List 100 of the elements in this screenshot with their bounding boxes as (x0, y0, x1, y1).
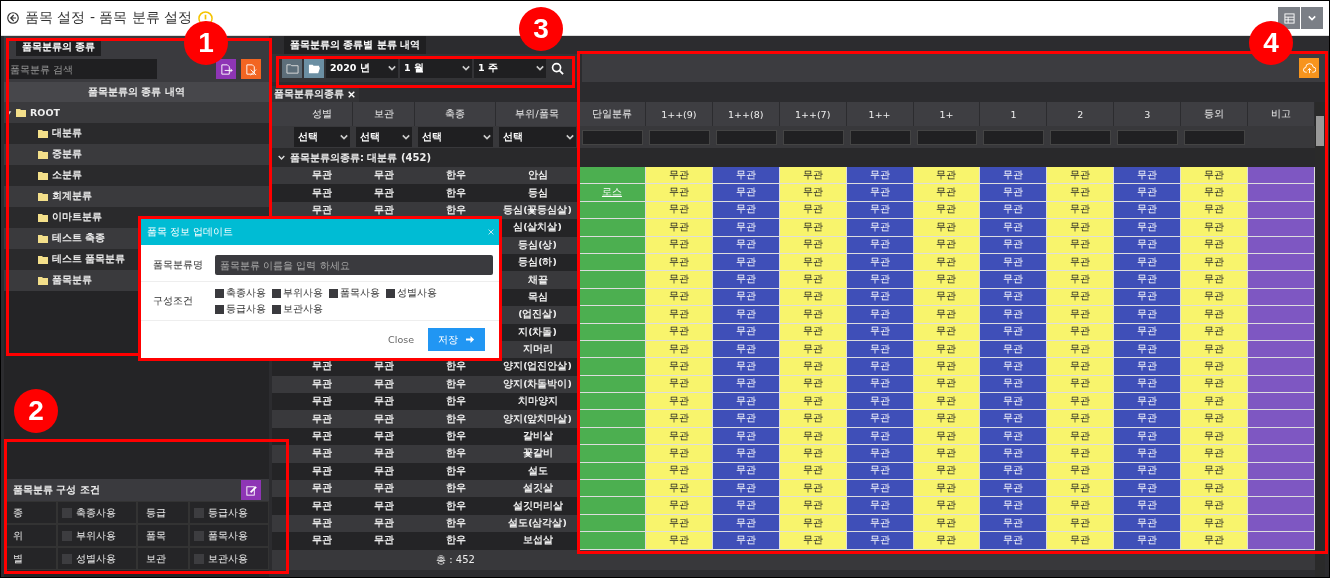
period-select[interactable]: 1 월 (400, 58, 472, 78)
table-cell: 무관 (779, 445, 847, 463)
table-cell: 무관 (1181, 184, 1249, 202)
total-count: 총 : 452 (436, 552, 475, 567)
table-cell: 무관 (645, 306, 713, 324)
filter-field[interactable] (648, 129, 710, 145)
table-cell: 무관 (645, 184, 713, 202)
tree-item[interactable]: ROOT (4, 102, 269, 123)
delete-button[interactable] (241, 59, 261, 79)
table-cell: 무관 (1047, 167, 1115, 185)
table-cell: 무관 (846, 445, 914, 463)
table-cell-text: 한우 (444, 463, 467, 478)
table-cell: 무관 (846, 358, 914, 376)
condition-checkbox[interactable]: 성별사용 (57, 547, 137, 570)
option-checkbox[interactable]: 등급사용 (215, 302, 266, 316)
table-cell-text: 심(살치살) (512, 220, 563, 235)
condition-checkbox[interactable]: 축종사용 (57, 501, 137, 524)
filter-field[interactable] (715, 129, 777, 145)
table-cell-text: 무관 (311, 429, 333, 444)
edit-button[interactable] (241, 480, 261, 500)
open-folder-button[interactable] (304, 58, 324, 78)
condition-checkbox[interactable]: 부위사용 (57, 524, 137, 547)
condition-label: 위 (4, 524, 57, 547)
field-label: 품목분류명 (153, 258, 204, 272)
close-button[interactable]: Close (388, 334, 414, 345)
table-cell: 무관 (1047, 358, 1115, 376)
table-cell-text: 설깃살 (521, 481, 554, 496)
table-cell: 무관 (846, 184, 914, 202)
condition-label: 등급 (137, 501, 189, 524)
dropdown-button[interactable] (1301, 7, 1323, 29)
table-cell-text: 무관 (311, 202, 333, 217)
table-cell-text: 한우 (444, 168, 467, 183)
table-cell-text: 보섭살 (521, 533, 554, 548)
filter-select[interactable]: 선택 (418, 127, 493, 147)
table-cell-text: 양지(앞치마살) (502, 411, 573, 426)
table-cell: 무관 (712, 532, 780, 550)
table-cell: 무관 (1181, 219, 1249, 237)
filter-field[interactable] (1184, 129, 1246, 145)
dialog-title: 품목 정보 업데이트 (147, 225, 234, 239)
filter-field[interactable] (849, 129, 911, 145)
scrollbar[interactable] (1315, 102, 1325, 577)
filter-field[interactable] (983, 129, 1045, 145)
filter-field[interactable] (582, 129, 643, 145)
condition-checkbox[interactable]: 보관사용 (189, 547, 269, 570)
table-cell-text: 무관 (311, 359, 333, 374)
export-button[interactable] (216, 59, 236, 79)
option-checkbox[interactable]: 품목사용 (329, 286, 380, 300)
table-cell-text: 한우 (444, 516, 467, 530)
option-checkbox[interactable]: 부위사용 (272, 286, 323, 300)
condition-label: 품목 (137, 524, 189, 547)
search-field[interactable]: 품목분류 검색 (7, 59, 157, 79)
table-cell-text: 무관 (373, 429, 395, 444)
tree-item[interactable]: 대분류 (4, 123, 269, 144)
table-cell: 무관 (645, 393, 713, 411)
section-title: 품목분류 구성 조건 (13, 483, 100, 497)
search-icon[interactable] (551, 61, 564, 75)
table-cell: 무관 (1181, 306, 1249, 324)
grid-view-button[interactable] (1278, 7, 1300, 29)
filter-select[interactable]: 선택 (356, 127, 412, 147)
upload-button[interactable] (1299, 58, 1319, 78)
table-cell-text: 한우 (444, 376, 467, 391)
table-cell: 무관 (1047, 480, 1115, 498)
folder-button[interactable] (282, 58, 302, 78)
option-checkbox[interactable]: 성별사용 (386, 286, 437, 300)
caret-icon (483, 133, 491, 141)
condition-checkbox[interactable]: 등급사용 (189, 501, 269, 524)
filter-field[interactable] (782, 129, 844, 145)
table-cell-text: 등심(하) (517, 255, 558, 270)
option-checkbox[interactable]: 보관사용 (272, 302, 323, 316)
folder-icon (38, 254, 48, 265)
table-cell: 무관 (913, 219, 981, 237)
table-cell-text: 무관 (373, 202, 395, 217)
filter-field[interactable] (1117, 129, 1179, 145)
table-cell: 무관 (779, 497, 847, 515)
document-x-icon (244, 62, 258, 76)
table-cell: 무관 (1047, 306, 1115, 324)
table-cell: 무관 (645, 497, 713, 515)
table-cell: 무관 (846, 532, 914, 550)
panel-tab[interactable]: 품목분류의 종류별 분류 내역 (284, 36, 427, 54)
table-cell-text: 무관 (373, 411, 395, 426)
table-cell: 무관 (913, 497, 981, 515)
back-icon[interactable] (7, 12, 19, 24)
name-field[interactable]: 품목분류 이름을 입력 하세요 (215, 255, 493, 275)
tree-label: 대분류 (52, 127, 82, 140)
period-select[interactable]: 1 주 (474, 58, 546, 78)
tree-item[interactable]: 회계분류 (4, 186, 269, 207)
tree-item[interactable]: 소분류 (4, 165, 269, 186)
filter-select[interactable]: 선택 (499, 127, 576, 147)
table-cell: 무관 (645, 532, 713, 550)
filter-field[interactable] (916, 129, 978, 145)
table-cell: 무관 (913, 393, 981, 411)
filter-select[interactable]: 선택 (294, 127, 350, 147)
option-checkbox[interactable]: 축종사용 (215, 286, 266, 300)
table-cell: 무관 (779, 306, 847, 324)
filter-field[interactable] (1050, 129, 1112, 145)
period-select[interactable]: 2020 년 (326, 58, 398, 78)
caret-icon[interactable] (278, 154, 285, 161)
tree-item[interactable]: 중분류 (4, 144, 269, 165)
folder-icon (38, 275, 48, 286)
condition-checkbox[interactable]: 품목사용 (189, 524, 269, 547)
